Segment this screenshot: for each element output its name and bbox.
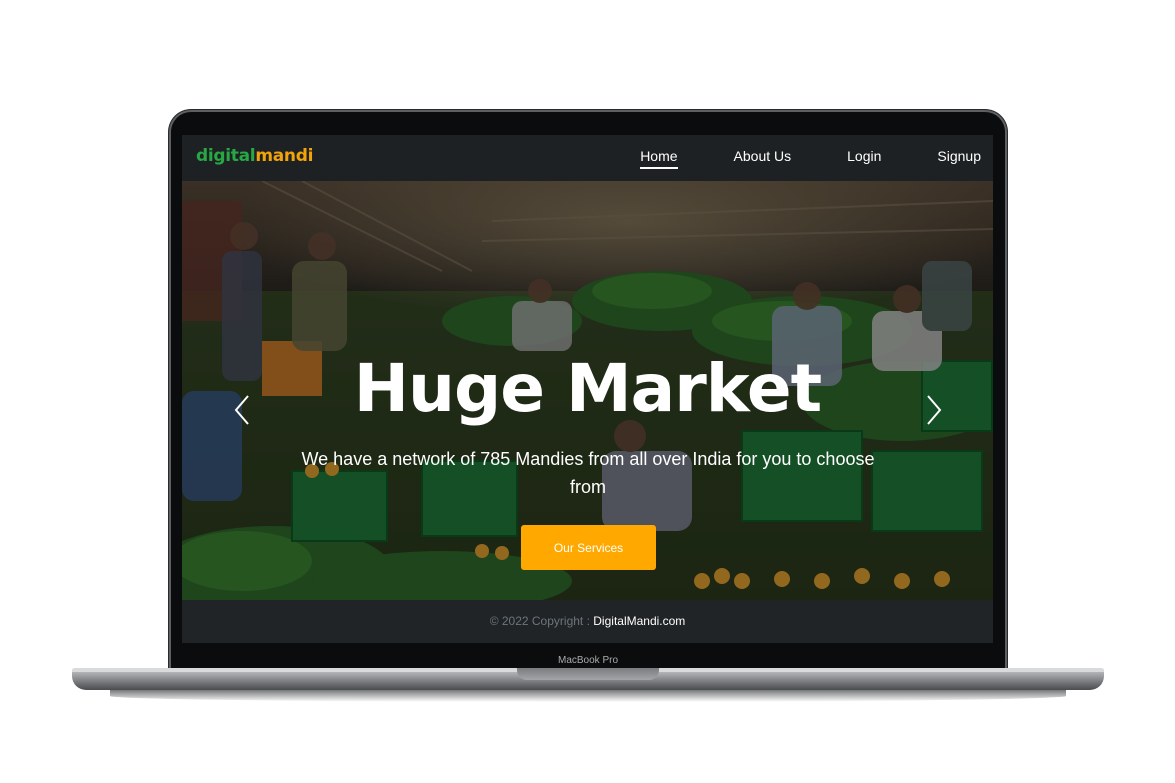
- nav-link-home[interactable]: Home: [640, 148, 678, 169]
- hero-carousel: Huge Market We have a network of 785 Man…: [182, 181, 993, 600]
- site-logo[interactable]: digitalmandi: [196, 146, 313, 166]
- nav-link-signup[interactable]: Signup: [937, 148, 981, 169]
- our-services-button[interactable]: Our Services: [521, 525, 656, 570]
- laptop-mockup: digitalmandi Home About Us Login Signup: [0, 0, 1175, 783]
- nav-link-about-us[interactable]: About Us: [734, 148, 792, 169]
- hero-subtitle: We have a network of 785 Mandies from al…: [301, 449, 875, 497]
- footer: © 2022 Copyright : DigitalMandi.com: [182, 600, 993, 643]
- footer-site-link[interactable]: DigitalMandi.com: [593, 614, 685, 628]
- laptop-opening-notch: [517, 668, 659, 680]
- laptop-base-shadow: [110, 690, 1066, 702]
- website-screen: digitalmandi Home About Us Login Signup: [182, 135, 993, 643]
- hero-title: Huge Market: [353, 350, 822, 427]
- nav-links: Home About Us Login Signup: [640, 148, 981, 169]
- navbar: digitalmandi Home About Us Login Signup: [182, 135, 993, 181]
- nav-link-login[interactable]: Login: [847, 148, 881, 169]
- device-model-label: MacBook Pro: [557, 655, 619, 666]
- copyright-text: © 2022 Copyright :: [489, 614, 594, 628]
- logo-part-digital: digital: [196, 146, 256, 166]
- logo-part-mandi: mandi: [255, 146, 314, 166]
